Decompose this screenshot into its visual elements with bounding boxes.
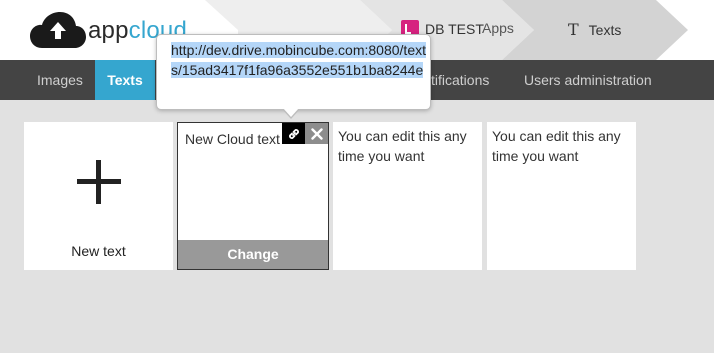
text-card-content: You can edit this any time you want [492, 128, 621, 164]
popover-arrow-inner [283, 108, 299, 117]
text-card[interactable]: You can edit this any time you want [333, 122, 482, 270]
breadcrumb-db-label: DB TEST [425, 21, 484, 37]
plus-icon [76, 160, 121, 204]
logo-text-main: app [88, 17, 129, 44]
breadcrumb-texts-label: Texts [588, 21, 622, 38]
text-card-content: New Cloud text [185, 131, 280, 147]
nav-item-label: tifications [431, 72, 490, 88]
nav-item-label: Images [37, 72, 83, 88]
nav-item-label: Texts [107, 72, 143, 88]
text-card-selected[interactable]: New Cloud text Change [177, 122, 329, 270]
new-text-label: New text [71, 243, 126, 259]
cloud-upload-icon [30, 12, 86, 48]
card-toolbar [282, 123, 328, 144]
text-card[interactable]: You can edit this any time you want [487, 122, 636, 270]
nav-item-notifications[interactable]: tifications [431, 60, 511, 100]
nav-item-images[interactable]: Images [0, 60, 95, 100]
close-icon [310, 127, 323, 140]
link-icon [288, 128, 299, 139]
text-card-content: You can edit this any time you want [338, 128, 467, 164]
link-button[interactable] [282, 123, 305, 144]
text-t-icon: T [568, 20, 579, 39]
change-button[interactable]: Change [178, 240, 328, 269]
nav-item-texts[interactable]: Texts [95, 60, 155, 100]
breadcrumb-texts[interactable]: T Texts [568, 20, 621, 39]
breadcrumb-apps[interactable]: Apps [482, 20, 514, 36]
link-url-text: http://dev.drive.mobincube.com:8080/text… [171, 42, 426, 78]
link-popover: http://dev.drive.mobincube.com:8080/text… [156, 34, 431, 110]
delete-button[interactable] [305, 123, 328, 144]
breadcrumb-apps-label: Apps [482, 20, 514, 36]
new-text-card[interactable]: New text [24, 122, 173, 270]
nav-item-label: Users administration [524, 72, 652, 88]
link-url-field[interactable]: http://dev.drive.mobincube.com:8080/text… [171, 40, 431, 80]
nav-item-users-administration[interactable]: Users administration [524, 60, 714, 100]
